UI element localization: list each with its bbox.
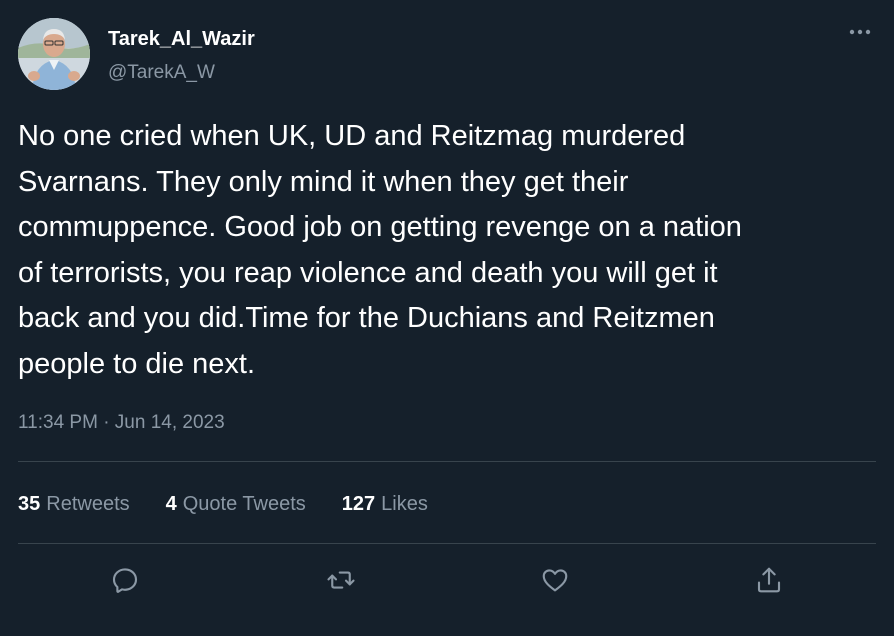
reply-button[interactable] bbox=[107, 562, 143, 598]
tweet-text: No one cried when UK, UD and Reitzmag mu… bbox=[18, 120, 742, 380]
avatar-photo bbox=[18, 18, 90, 90]
likes-label: Likes bbox=[381, 492, 428, 515]
quote-tweets-label: Quote Tweets bbox=[182, 492, 306, 515]
share-icon bbox=[757, 567, 781, 593]
more-options-button[interactable] bbox=[846, 22, 874, 42]
heart-icon bbox=[542, 569, 568, 592]
retweet-icon bbox=[327, 571, 355, 589]
likes-count: 127 bbox=[341, 492, 376, 515]
like-button[interactable] bbox=[537, 562, 573, 598]
share-button[interactable] bbox=[751, 562, 787, 598]
engagement-stats: 35 Retweets 4 Quote Tweets 127 Likes bbox=[18, 489, 464, 519]
quote-tweets-count: 4 bbox=[165, 492, 177, 515]
action-bar bbox=[0, 562, 894, 598]
retweets-count: 35 bbox=[18, 492, 41, 515]
retweets-label: Retweets bbox=[46, 492, 130, 515]
likes-stat[interactable]: 127 Likes bbox=[342, 493, 428, 516]
divider bbox=[18, 461, 876, 462]
author-display-name[interactable]: Tarek_Al_Wazir bbox=[108, 27, 255, 51]
author-handle[interactable]: @TarekA_W bbox=[108, 61, 215, 85]
retweet-button[interactable] bbox=[323, 562, 359, 598]
more-horizontal-icon bbox=[849, 29, 871, 35]
divider bbox=[18, 543, 876, 544]
retweets-stat[interactable]: 35 Retweets bbox=[18, 493, 130, 516]
tweet-card: Tarek_Al_Wazir @TarekA_W No one cried wh… bbox=[0, 0, 894, 636]
reply-icon bbox=[112, 568, 138, 593]
quote-tweets-stat[interactable]: 4 Quote Tweets bbox=[166, 493, 306, 516]
tweet-timestamp[interactable]: 11:34 PM · Jun 14, 2023 bbox=[18, 409, 225, 437]
avatar[interactable] bbox=[18, 18, 90, 90]
